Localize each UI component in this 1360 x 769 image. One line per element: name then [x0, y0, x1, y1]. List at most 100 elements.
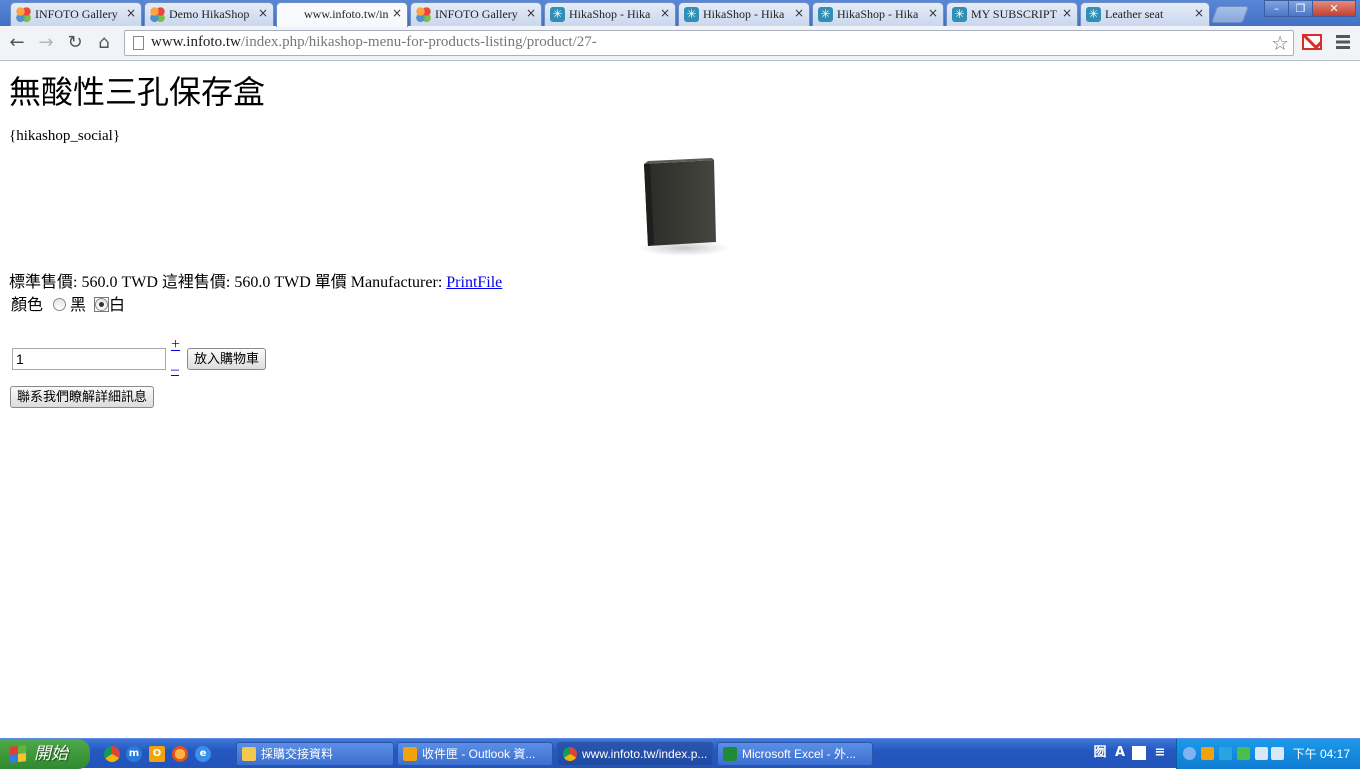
hikashop-icon: ✳ — [684, 7, 699, 22]
start-button[interactable]: 開始 — [0, 739, 90, 769]
taskbar-item-label: www.infoto.tw/index.p... — [582, 747, 708, 761]
security-shield-icon[interactable] — [1237, 747, 1250, 760]
outlook-icon — [403, 747, 417, 761]
browser-tab-8[interactable]: ✳ MY SUBSCRIPT × — [946, 2, 1078, 26]
browser-tab-9[interactable]: ✳ Leather seat × — [1080, 2, 1210, 26]
close-icon[interactable]: × — [928, 6, 938, 20]
start-label: 開始 — [34, 744, 68, 763]
outlook-icon[interactable]: O — [149, 746, 165, 762]
half-width-icon[interactable] — [1132, 746, 1146, 760]
back-button[interactable]: ← — [5, 31, 29, 55]
price-line: 標準售價: 560.0 TWD 這裡售價: 560.0 TWD 單價 Manuf… — [9, 268, 502, 292]
folder-icon — [242, 747, 256, 761]
close-icon[interactable]: × — [392, 6, 402, 20]
messenger-icon[interactable]: m — [126, 746, 142, 762]
tab-label: HikaShop - Hika — [837, 7, 919, 21]
outlook-tray-icon[interactable] — [1201, 747, 1214, 760]
close-icon[interactable]: × — [258, 6, 268, 20]
hikashop-icon: ✳ — [952, 7, 967, 22]
quantity-plus-link[interactable]: + — [171, 336, 180, 354]
add-to-cart-button[interactable]: 放入購物車 — [187, 348, 267, 370]
color-radio-black[interactable] — [53, 298, 67, 311]
color-label: 顏色 — [11, 297, 44, 314]
browser-tab-6[interactable]: ✳ HikaShop - Hika × — [678, 2, 810, 26]
product-image-box[interactable] — [628, 156, 732, 256]
close-icon[interactable]: × — [1194, 6, 1204, 20]
windows-logo-icon — [10, 745, 26, 763]
browser-toolbar: ← → ↻ ⌂ www.infoto.tw/index.php/hikashop… — [0, 26, 1360, 61]
address-bar[interactable]: www.infoto.tw/index.php/hikashop-menu-fo… — [124, 30, 1294, 56]
taskbar-item-label: 收件匣 - Outlook 資... — [422, 747, 536, 761]
browser-tab-1[interactable]: INFOTO Gallery × — [10, 2, 142, 26]
close-icon[interactable]: × — [526, 6, 536, 20]
color-option-label-black: 黑 — [70, 297, 87, 314]
taskbar-item-folder[interactable]: 採購交接資料 — [236, 742, 394, 766]
browser-tab-7[interactable]: ✳ HikaShop - Hika × — [812, 2, 944, 26]
color-radio-white[interactable] — [95, 298, 109, 311]
dropbox-icon[interactable] — [1219, 747, 1232, 760]
tab-label: www.infoto.tw/in — [304, 7, 389, 21]
tab-label: HikaShop - Hika — [569, 7, 651, 21]
taskbar-item-label: Microsoft Excel - 外... — [742, 747, 857, 761]
clock[interactable]: 下午 04:17 — [1293, 745, 1350, 762]
browser-tabstrip: INFOTO Gallery × Demo HikaShop × www.inf… — [0, 0, 1360, 27]
close-icon[interactable]: × — [660, 6, 670, 20]
page-icon — [133, 36, 144, 50]
product-title: 無酸性三孔保存盒 — [9, 74, 266, 110]
windows-taskbar: 開始 m O e 採購交接資料 收件匣 - Outlook 資... www.i… — [0, 738, 1360, 769]
maximize-button[interactable]: ❐ — [1288, 0, 1313, 17]
gmail-icon[interactable] — [1302, 34, 1322, 50]
firefox-icon[interactable] — [172, 746, 188, 762]
input-method-icon[interactable]: 囫 — [1092, 745, 1108, 761]
browser-tab-4[interactable]: INFOTO Gallery × — [410, 2, 542, 26]
taskbar-item-label: 採購交接資料 — [261, 747, 334, 761]
browser-tab-2[interactable]: Demo HikaShop × — [144, 2, 274, 26]
taskbar-item-chrome[interactable]: www.infoto.tw/index.p... — [557, 742, 713, 766]
taskbar-item-excel[interactable]: Microsoft Excel - 外... — [717, 742, 873, 766]
new-tab-button[interactable] — [1210, 6, 1250, 23]
tab-label: INFOTO Gallery — [35, 7, 118, 21]
quantity-minus-link[interactable]: – — [171, 361, 179, 379]
minimize-button[interactable]: – — [1264, 0, 1289, 17]
close-icon[interactable]: × — [126, 6, 136, 20]
color-option-label-white: 白 — [109, 297, 126, 314]
chrome-icon[interactable] — [104, 746, 120, 762]
close-icon[interactable]: × — [794, 6, 804, 20]
browser-menu-icon[interactable] — [1336, 35, 1350, 49]
internet-explorer-icon[interactable]: e — [195, 746, 211, 762]
ime-pad-icon[interactable]: ≡ — [1152, 745, 1168, 761]
url-text[interactable]: www.infoto.tw/index.php/hikashop-menu-fo… — [151, 34, 597, 51]
url-host: www.infoto.tw — [151, 34, 241, 50]
hikashop-icon: ✳ — [818, 7, 833, 22]
system-tray: 下午 04:17 — [1176, 739, 1360, 769]
browser-tab-5[interactable]: ✳ HikaShop - Hika × — [544, 2, 676, 26]
home-button[interactable]: ⌂ — [92, 31, 116, 55]
input-mode-icon[interactable]: A — [1112, 745, 1128, 761]
chrome-icon — [563, 747, 577, 761]
joomla-icon — [16, 7, 31, 22]
volume-icon[interactable] — [1271, 747, 1284, 760]
show-hidden-icons-icon[interactable] — [1183, 747, 1196, 760]
color-option-row: 顏色 黑 白 — [11, 291, 125, 315]
reload-button[interactable]: ↻ — [63, 31, 87, 55]
hikashop-icon: ✳ — [1086, 7, 1101, 22]
joomla-icon — [150, 7, 165, 22]
url-path: /index.php/hikashop-menu-for-products-li… — [240, 34, 597, 50]
tab-label: Leather seat — [1105, 7, 1164, 21]
tab-label: INFOTO Gallery — [435, 7, 518, 21]
page-content: 無酸性三孔保存盒 {hikashop_social} 標準售價: 560.0 T… — [0, 62, 1360, 738]
close-icon[interactable]: × — [1062, 6, 1072, 20]
window-close-button[interactable]: ✕ — [1312, 0, 1356, 17]
tab-label: Demo HikaShop — [169, 7, 250, 21]
forward-button[interactable]: → — [34, 31, 58, 55]
bookmark-star-icon[interactable]: ☆ — [1271, 31, 1289, 55]
price-text: 標準售價: 560.0 TWD 這裡售價: 560.0 TWD 單價 Manuf… — [9, 274, 447, 291]
contact-us-button[interactable]: 聯系我們瞭解詳細訊息 — [10, 386, 155, 408]
browser-tab-3-active[interactable]: www.infoto.tw/in × — [276, 2, 408, 27]
hikashop-icon: ✳ — [550, 7, 565, 22]
quantity-input[interactable] — [12, 348, 166, 370]
manufacturer-link[interactable]: PrintFile — [446, 274, 502, 291]
tab-label: HikaShop - Hika — [703, 7, 785, 21]
taskbar-item-outlook[interactable]: 收件匣 - Outlook 資... — [397, 742, 553, 766]
network-icon[interactable] — [1255, 747, 1268, 760]
